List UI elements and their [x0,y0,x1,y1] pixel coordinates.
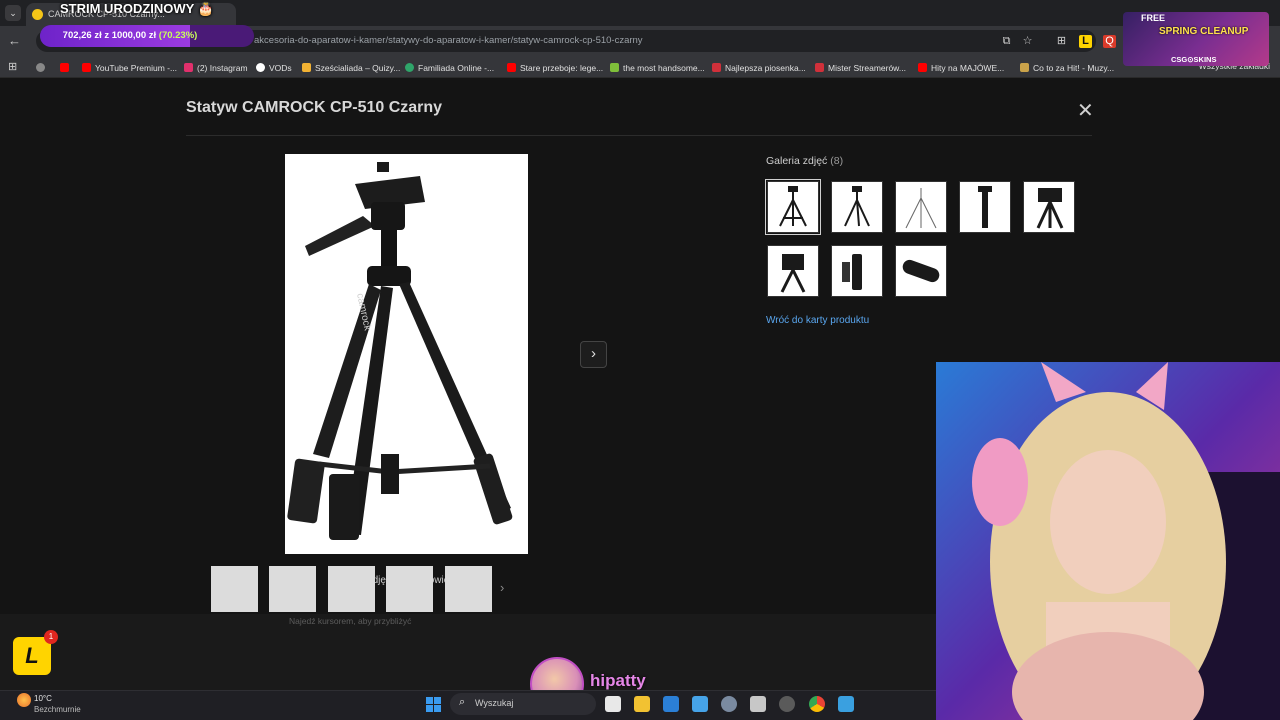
strip-thumb-5[interactable] [445,566,492,612]
bookmark-item-7[interactable]: the most handsome... [610,61,705,74]
tripod-head-thumb-icon [1036,188,1064,229]
close-icon[interactable]: ✕ [1077,98,1094,123]
bookmark-favicon-icon [302,63,311,72]
bookmark-item-1[interactable]: YouTube Premium -... [82,61,177,74]
taskbar-search-label: Wyszukaj [475,698,514,708]
donation-goal-bar: 702,26 zł z 1000,00 zł (70.23%) [40,25,254,47]
task-view-icon[interactable] [605,696,621,712]
bookmark-youtube-icon[interactable] [60,61,73,74]
next-photo-button[interactable]: › [580,341,607,368]
bookmark-favicon-icon [712,63,721,72]
bookmark-favicon-icon [507,63,516,72]
back-to-product-link[interactable]: Wróć do karty produktu [766,315,869,326]
app-icon-3[interactable] [838,696,854,712]
gallery-count: (8) [830,155,844,167]
stream-banner: STRIM URODZINOWY 🎂 [60,1,214,16]
bookmark-item-3[interactable]: VODs [256,61,292,74]
gallery-thumb-6[interactable] [767,245,819,297]
gallery-thumb-4[interactable] [959,181,1011,233]
bookmark-favicon-icon [256,63,265,72]
bookmark-star-icon[interactable]: ☆ [1021,35,1034,48]
bookmark-favicon-icon [918,63,927,72]
zoom-hover-hint: Najedź kursorem, aby przybliżyć [289,616,412,626]
tripod-head-closeup-thumb-icon [780,254,806,293]
back-arrow-icon[interactable]: ← [8,33,21,48]
store-icon[interactable] [663,696,679,712]
strip-chevron-right-icon[interactable]: › [500,580,504,595]
weather-description: Bezchmurnie [34,705,81,714]
taskbar-search[interactable] [450,693,596,715]
promo-free-label: FREE [1141,13,1166,23]
carry-bag-thumb-icon [902,259,940,283]
apps-grid-icon[interactable]: ⊞ [8,60,17,73]
phone-holder-thumb-icon [842,254,862,290]
photos-icon[interactable] [692,696,708,712]
gallery-thumb-5[interactable] [1023,181,1075,233]
modal-title: Statyw CAMROCK CP-510 Czarny [186,99,443,116]
app-icon[interactable] [750,696,766,712]
bookmark-item-8[interactable]: Najlepsza piosenka... [712,61,806,74]
bookmark-item-4[interactable]: Sześcialiada – Quizy... [302,61,400,74]
donation-goal-percent: (70.23%) [158,30,198,41]
app-icon-2[interactable] [779,696,795,712]
strip-thumb-1[interactable] [211,566,258,612]
strip-thumb-2[interactable] [269,566,316,612]
main-product-photo[interactable]: camrock [285,154,528,554]
gallery-thumb-7[interactable] [831,245,883,297]
bookmark-home-icon[interactable] [36,61,49,74]
bookmark-item-6[interactable]: Stare przeboje: lege... [507,61,603,74]
gallery-thumb-2[interactable] [831,181,883,233]
extension-l-icon[interactable]: L [1079,35,1092,48]
bookmark-favicon-icon [405,63,414,72]
gallery-thumb-1[interactable] [765,179,821,235]
streamer-name: hipatty [590,671,646,690]
bookmarks-bar: ⊞ YouTube Premium -... (2) Instagram VOD… [0,56,1280,78]
streamer-webcam [936,362,1280,720]
tab-search-menu-icon[interactable]: ⌄ [5,5,21,21]
file-explorer-icon[interactable] [634,696,650,712]
bookmark-favicon-icon [82,63,91,72]
install-app-icon[interactable]: ⧉ [1000,35,1013,48]
notification-count-badge: 1 [44,630,58,644]
bookmark-favicon-icon [184,63,193,72]
strip-thumb-4[interactable] [386,566,433,612]
promo-title: SPRING CLEANUP [1159,26,1249,37]
bookmark-item-2[interactable]: (2) Instagram [184,61,248,74]
donation-goal-text: 702,26 zł z 1000,00 zł (70.23%) [62,30,198,41]
promo-banner: FREE SPRING CLEANUP CSG⊙SKINS [1123,12,1269,66]
bookmark-item-9[interactable]: Mister Streamerów... [815,61,906,74]
tripod-thumb-icon [779,186,807,227]
modal-divider [186,135,1092,136]
tripod-image: camrock [285,154,528,554]
windows-start-icon[interactable] [426,697,441,712]
bookmark-favicon-icon [815,63,824,72]
gallery-thumb-8[interactable] [895,245,947,297]
bookmark-item-10[interactable]: Hity na MAJÓWE... [918,61,1004,74]
bookmark-favicon-icon [1020,63,1029,72]
weather-temperature: 10°C [34,694,52,703]
notification-app-icon[interactable]: L [13,637,51,675]
tripod-thumb-icon [844,186,870,227]
url-text: akcesoria-do-aparatow-i-kamer/statywy-do… [254,35,643,46]
monopod-thumb-icon [978,186,992,228]
weather-icon[interactable] [17,693,31,707]
gallery-heading: Galeria zdjęć (8) [766,155,844,167]
bookmark-item-11[interactable]: Co to za Hit! - Muzy... [1020,61,1114,74]
settings-gear-icon[interactable] [721,696,737,712]
strip-thumb-3[interactable] [328,566,375,612]
extension-q-icon[interactable]: Q [1103,35,1116,48]
bookmark-favicon-icon [610,63,619,72]
search-icon: ⌕ [459,696,466,708]
site-favicon-icon [32,9,43,20]
webcam-feed-image [936,362,1280,720]
promo-brand: CSG⊙SKINS [1171,55,1217,64]
bottom-thumbnail-strip [0,614,936,690]
chrome-icon[interactable] [809,696,825,712]
extension-icon[interactable]: ⊞ [1055,35,1068,48]
bookmark-item-5[interactable]: Familiada Online -... [405,61,494,74]
tripod-thumb-icon [905,188,937,229]
chevron-right-icon: › [591,345,596,362]
gallery-thumb-3[interactable] [895,181,947,233]
